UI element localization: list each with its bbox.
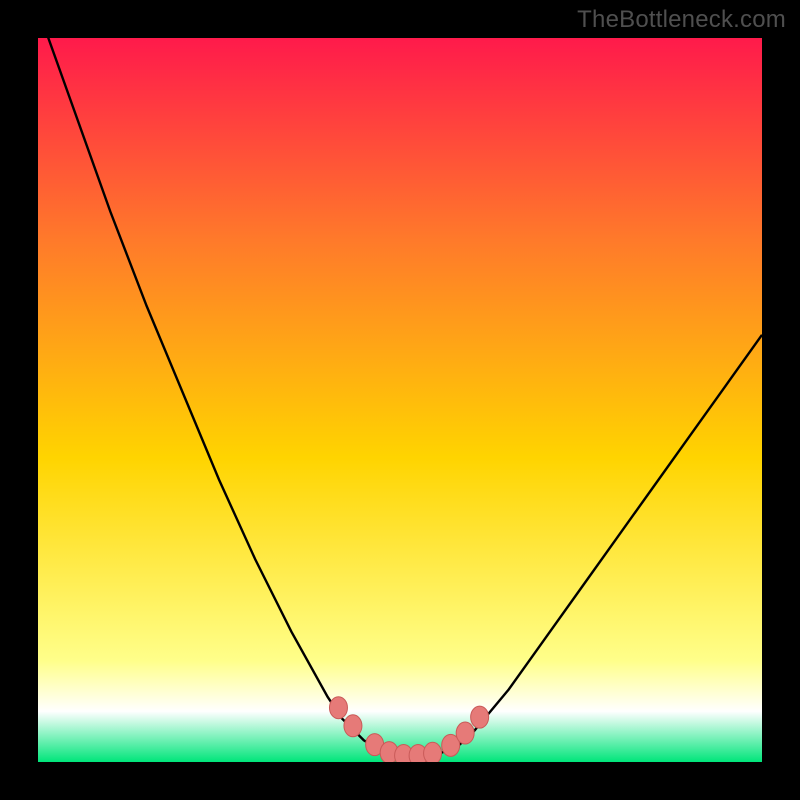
curve-marker xyxy=(329,697,347,719)
curve-marker xyxy=(344,715,362,737)
curve-marker xyxy=(471,706,489,728)
chart-svg xyxy=(38,38,762,762)
watermark-text: TheBottleneck.com xyxy=(577,6,786,34)
curve-marker xyxy=(424,742,442,762)
curve-marker xyxy=(456,722,474,744)
chart-plot-area xyxy=(38,38,762,762)
chart-frame: TheBottleneck.com xyxy=(0,0,800,800)
chart-background-gradient xyxy=(38,38,762,762)
